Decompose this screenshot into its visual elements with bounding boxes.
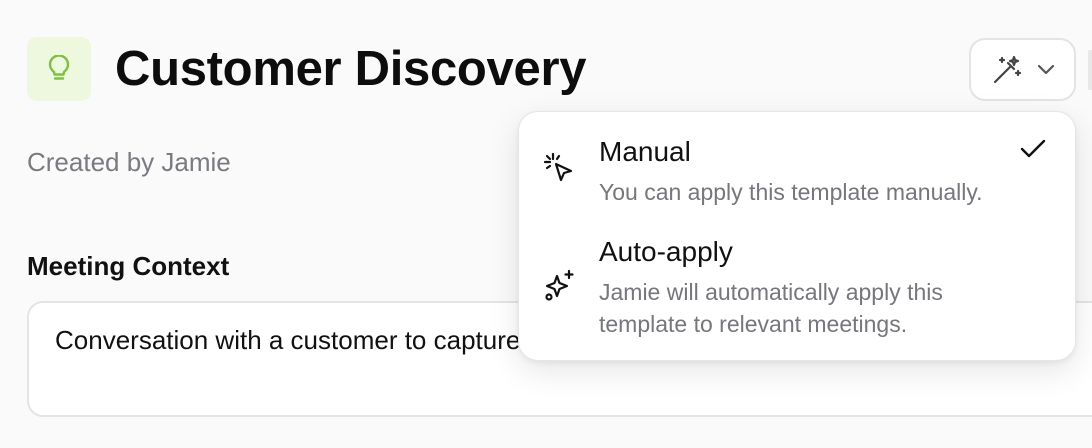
option-description: You can apply this template manually. bbox=[599, 179, 983, 205]
option-title: Manual bbox=[599, 136, 691, 167]
toolbar-edge bbox=[1088, 50, 1092, 90]
option-description-line-1: Jamie will automatically apply this bbox=[599, 279, 943, 305]
option-title: Auto-apply bbox=[599, 236, 733, 267]
created-by-text: Created by Jamie bbox=[27, 147, 231, 177]
apply-mode-menu: Manual You can apply this template manua… bbox=[518, 111, 1076, 361]
magic-wand-icon bbox=[993, 55, 1021, 83]
sparkles-icon bbox=[545, 269, 574, 301]
template-page: Customer Discovery Created by Jamie Meet… bbox=[0, 0, 1092, 448]
apply-mode-button[interactable] bbox=[969, 38, 1076, 101]
lightbulb-icon bbox=[48, 55, 70, 80]
option-description-line-2: template to relevant meetings. bbox=[599, 311, 908, 337]
meeting-context-label: Meeting Context bbox=[27, 251, 230, 281]
menu-option-manual[interactable]: Manual You can apply this template manua… bbox=[519, 112, 1075, 224]
chevron-down-icon bbox=[1037, 64, 1054, 74]
menu-option-auto-apply[interactable]: Auto-apply Jamie will automatically appl… bbox=[519, 224, 1075, 362]
template-icon-tile bbox=[27, 37, 91, 101]
check-icon bbox=[1020, 139, 1046, 158]
page-title: Customer Discovery bbox=[115, 42, 587, 96]
cursor-click-icon bbox=[543, 152, 573, 182]
